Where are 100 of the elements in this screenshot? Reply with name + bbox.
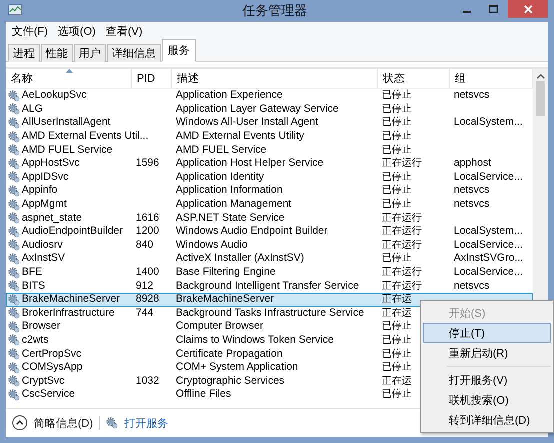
menu-item[interactable]: 选项(O) bbox=[56, 24, 102, 39]
gear-icon bbox=[8, 130, 20, 143]
table-cell: Application Information bbox=[176, 184, 283, 198]
service-row[interactable]: ALG Application Layer Gateway Service 已停止 bbox=[6, 102, 533, 116]
menu-item[interactable]: 查看(V) bbox=[104, 24, 149, 39]
table-cell: ActiveX Installer (AxInstSV) bbox=[176, 252, 304, 266]
column-header[interactable]: PID bbox=[132, 69, 172, 88]
service-row[interactable]: aspnet_state 1616 ASP.NET State Service 正在运行 bbox=[6, 211, 533, 225]
table-cell: 已停止 bbox=[382, 361, 412, 374]
table-cell: ALG bbox=[8, 102, 44, 116]
menu-item[interactable]: 转到详细信息(D) bbox=[423, 410, 551, 430]
service-row[interactable]: AeLookupSvc Application Experience 已停止 netsvcs bbox=[6, 89, 533, 103]
table-cell: 已停止 bbox=[382, 130, 412, 144]
table-cell: Appinfo bbox=[8, 184, 58, 198]
table-cell: Application Layer Gateway Service bbox=[176, 102, 339, 116]
table-cell: AMD FUEL Service bbox=[176, 144, 267, 157]
table-cell: AppMgmt bbox=[8, 198, 67, 212]
gear-icon bbox=[8, 212, 20, 224]
tab[interactable]: 进程 bbox=[8, 44, 40, 62]
service-row[interactable]: AxInstSV ActiveX Installer (AxInstSV) 已停止 AxInstSVGro... bbox=[6, 252, 533, 266]
table-cell: LocalSystem... bbox=[454, 225, 523, 238]
menu-item[interactable]: 重新启动(R) bbox=[423, 343, 551, 363]
gear-icon bbox=[8, 294, 20, 306]
table-cell: Windows All-User Install Agent bbox=[176, 116, 318, 130]
window-title: 任务管理器 bbox=[242, 2, 308, 20]
gear-icon bbox=[8, 320, 20, 333]
gear-icon bbox=[8, 252, 20, 265]
table-cell: netsvcs bbox=[454, 198, 490, 212]
table-cell: AMD FUEL Service bbox=[8, 144, 113, 157]
table-cell: 已停止 bbox=[382, 334, 412, 347]
gear-icon bbox=[8, 144, 20, 156]
table-cell: 正在运行 bbox=[382, 157, 422, 170]
service-row[interactable]: AMD External Events Util... AMD External Events Utility 已停止 bbox=[6, 130, 533, 144]
table-cell: netsvcs bbox=[454, 89, 490, 102]
gear-icon bbox=[8, 158, 20, 170]
table-cell: Computer Browser bbox=[176, 320, 264, 334]
scrollbar-thumb[interactable] bbox=[536, 81, 545, 116]
table-cell: BrakeMachineServer bbox=[8, 293, 120, 306]
scroll-up-icon[interactable] bbox=[536, 74, 544, 79]
collapse-icon[interactable] bbox=[12, 415, 28, 431]
service-row[interactable]: AppMgmt Application Management 已停止 netsvcs bbox=[6, 198, 533, 212]
gear-icon bbox=[8, 334, 20, 346]
service-row[interactable]: BITS 912 Background Intelligent Transfer Service 正在运行 netsvcs bbox=[6, 279, 533, 293]
tab[interactable]: 服务 bbox=[162, 39, 196, 62]
tab[interactable]: 详细信息 bbox=[107, 44, 161, 62]
tab[interactable]: 用户 bbox=[74, 44, 106, 62]
close-button[interactable] bbox=[508, 0, 548, 18]
table-cell: Audiosrv bbox=[8, 238, 63, 252]
column-header[interactable]: 状态 bbox=[378, 69, 450, 88]
menu-item[interactable]: 文件(F) bbox=[10, 24, 54, 39]
table-cell: AudioEndpointBuilder bbox=[8, 225, 123, 238]
table-cell: BrokerInfrastructure bbox=[8, 306, 115, 320]
close-icon bbox=[524, 4, 532, 14]
tab[interactable]: 性能 bbox=[41, 44, 73, 62]
table-cell: 1032 bbox=[136, 374, 160, 388]
fewer-details-link[interactable]: 简略信息(D) bbox=[34, 416, 94, 430]
gear-icon bbox=[8, 116, 20, 129]
gear-icon bbox=[8, 266, 20, 279]
table-cell: CscService bbox=[8, 388, 76, 402]
column-header[interactable]: 名称 bbox=[6, 69, 132, 88]
table-cell: 744 bbox=[136, 306, 154, 320]
gear-icon bbox=[8, 90, 20, 102]
table-cell: 1616 bbox=[136, 212, 160, 225]
table-cell: BITS bbox=[8, 280, 46, 293]
table-cell: Windows Audio bbox=[176, 238, 248, 252]
table-cell: netsvcs bbox=[454, 184, 490, 198]
service-row[interactable]: Audiosrv 840 Windows Audio 正在运行 LocalService... bbox=[6, 238, 533, 252]
service-row[interactable]: Appinfo Application Information 已停止 netsvcs bbox=[6, 184, 533, 198]
service-row[interactable]: BrakeMachineServer 8928 BrakeMachineServer 正在运 bbox=[6, 292, 533, 306]
service-row[interactable]: AppIDSvc Application Identity 已停止 LocalService... bbox=[6, 170, 533, 184]
table-cell: Application Management bbox=[176, 198, 292, 212]
service-row[interactable]: AppHostSvc 1596 Application Host Helper Service 正在运行 apphost bbox=[6, 156, 533, 171]
menu-item[interactable]: 停止(T) bbox=[423, 323, 551, 343]
table-cell: LocalService... bbox=[454, 266, 523, 280]
table-cell: Base Filtering Engine bbox=[176, 266, 276, 280]
gear-icon bbox=[8, 388, 20, 401]
service-row[interactable]: AudioEndpointBuilder 1200 Windows Audio Endpoint Builder 正在运行 LocalSystem... bbox=[6, 224, 533, 239]
table-cell: COM+ System Application bbox=[176, 361, 298, 374]
gear-icon bbox=[8, 375, 20, 388]
table-cell: CertPropSvc bbox=[8, 348, 82, 361]
table-cell: AxInstSV bbox=[8, 252, 66, 266]
table-cell: AppIDSvc bbox=[8, 170, 69, 184]
service-row[interactable]: AllUserInstallAgent Windows All-User Install Agent 已停止 LocalSystem... bbox=[6, 116, 533, 130]
column-header[interactable]: 描述 bbox=[172, 69, 378, 88]
gear-icon bbox=[106, 417, 118, 429]
table-cell: 840 bbox=[136, 238, 154, 252]
table-cell: 912 bbox=[136, 280, 154, 293]
open-services-link[interactable]: 打开服务 bbox=[124, 416, 168, 430]
gear-icon bbox=[8, 171, 20, 184]
table-cell: ASP.NET State Service bbox=[176, 212, 285, 225]
sort-arrow-icon bbox=[66, 69, 72, 73]
table-cell: Background Tasks Infrastructure Service bbox=[176, 306, 364, 320]
table-cell: aspnet_state bbox=[8, 212, 82, 225]
table-cell: LocalSystem... bbox=[454, 116, 523, 130]
service-row[interactable]: BFE 1400 Base Filtering Engine 正在运行 LocalService... bbox=[6, 266, 533, 280]
table-cell: LocalService... bbox=[454, 170, 523, 184]
menu-item[interactable]: 联机搜索(O) bbox=[423, 390, 551, 410]
service-row[interactable]: AMD FUEL Service AMD FUEL Service 已停止 bbox=[6, 143, 533, 157]
table-cell: 正在运 bbox=[382, 374, 412, 388]
table-cell: Cryptographic Services bbox=[176, 374, 285, 388]
